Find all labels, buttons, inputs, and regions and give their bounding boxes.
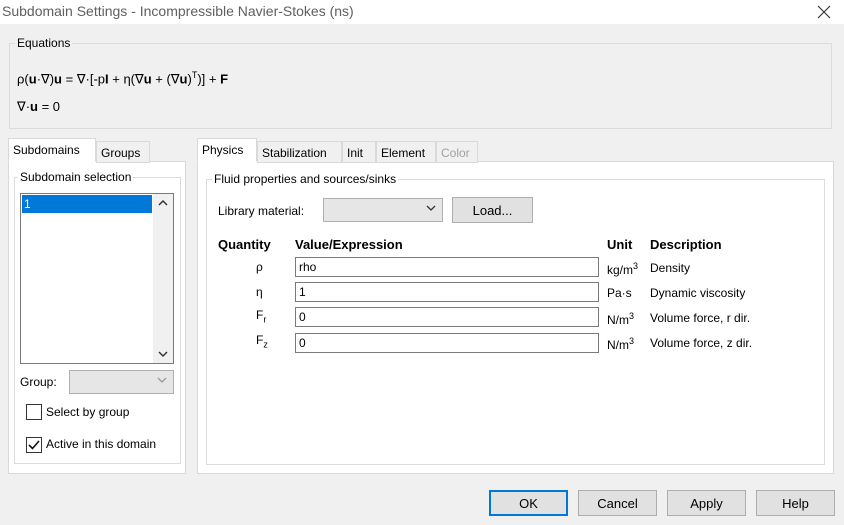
momentum-equation: ρ(u·∇)u = ∇·[-pI + η(∇u + (∇u)T)] + F — [17, 70, 229, 87]
fluid-properties-legend: Fluid properties and sources/sinks — [212, 172, 399, 186]
description-label: Volume force, r dir. — [650, 311, 751, 325]
tab-element[interactable]: Element — [376, 141, 436, 163]
tab-stabilization[interactable]: Stabilization — [257, 141, 342, 163]
ok-button[interactable]: OK — [489, 490, 568, 516]
volume-force-z-input[interactable]: 0 — [295, 333, 599, 353]
chevron-down-icon — [157, 377, 167, 383]
description-header: Description — [650, 237, 722, 252]
unit-label: N/m3 — [607, 311, 635, 327]
tab-physics[interactable]: Physics — [197, 138, 257, 162]
select-by-group-checkbox[interactable] — [26, 404, 42, 420]
quantity-header: Quantity — [218, 237, 271, 252]
equations-legend: Equations — [15, 36, 73, 50]
description-label: Density — [650, 261, 691, 275]
tab-groups[interactable]: Groups — [96, 141, 150, 163]
quantity-symbol: Fr — [256, 308, 267, 325]
volume-force-r-input[interactable]: 0 — [295, 307, 599, 327]
viscosity-input[interactable]: 1 — [295, 282, 599, 302]
apply-button[interactable]: Apply — [667, 490, 746, 516]
library-material-select[interactable] — [323, 198, 443, 222]
value-header: Value/Expression — [295, 237, 403, 252]
select-by-group-label[interactable]: Select by group — [46, 405, 129, 419]
tab-init[interactable]: Init — [342, 141, 376, 163]
unit-header: Unit — [607, 237, 633, 252]
tab-subdomains[interactable]: Subdomains — [8, 138, 96, 162]
subdomain-list[interactable]: 1 — [20, 193, 174, 364]
checkmark-icon — [28, 440, 40, 450]
group-label: Group: — [20, 375, 57, 389]
chevron-up-icon — [158, 199, 168, 206]
quantity-symbol: η — [256, 285, 263, 299]
subdomain-selection-legend: Subdomain selection — [18, 170, 134, 184]
quantity-symbol: ρ — [256, 260, 263, 274]
density-input[interactable]: rho — [295, 257, 599, 277]
window-title: Subdomain Settings - Incompressible Navi… — [2, 3, 354, 19]
library-material-label: Library material: — [218, 204, 305, 218]
title-bar: Subdomain Settings - Incompressible Navi… — [0, 0, 844, 24]
list-item[interactable]: 1 — [22, 195, 152, 213]
help-button[interactable]: Help — [756, 490, 835, 516]
chevron-down-icon — [426, 205, 436, 211]
group-select[interactable] — [69, 370, 174, 394]
description-label: Dynamic viscosity — [650, 286, 746, 300]
active-in-domain-checkbox[interactable] — [26, 437, 42, 453]
quantity-symbol: Fz — [256, 333, 268, 350]
load-button[interactable]: Load... — [452, 197, 533, 223]
unit-label: Pa·s — [607, 286, 632, 300]
list-scrollbar[interactable] — [153, 194, 173, 363]
active-in-domain-label[interactable]: Active in this domain — [46, 437, 156, 451]
description-label: Volume force, z dir. — [650, 336, 753, 350]
unit-label: kg/m3 — [607, 261, 639, 277]
cancel-button[interactable]: Cancel — [578, 490, 657, 516]
continuity-equation: ∇·u = 0 — [17, 99, 61, 114]
unit-label: N/m3 — [607, 336, 635, 352]
tab-color: Color — [436, 141, 478, 163]
chevron-down-icon — [158, 351, 168, 358]
close-icon[interactable] — [816, 4, 832, 20]
